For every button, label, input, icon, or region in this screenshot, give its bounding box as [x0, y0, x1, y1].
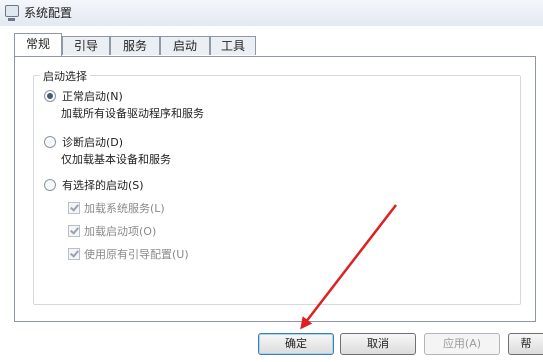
annotation-arrow — [300, 204, 397, 330]
annotation-arrow-line — [300, 204, 397, 330]
tab-general[interactable]: 常规 — [14, 33, 62, 56]
